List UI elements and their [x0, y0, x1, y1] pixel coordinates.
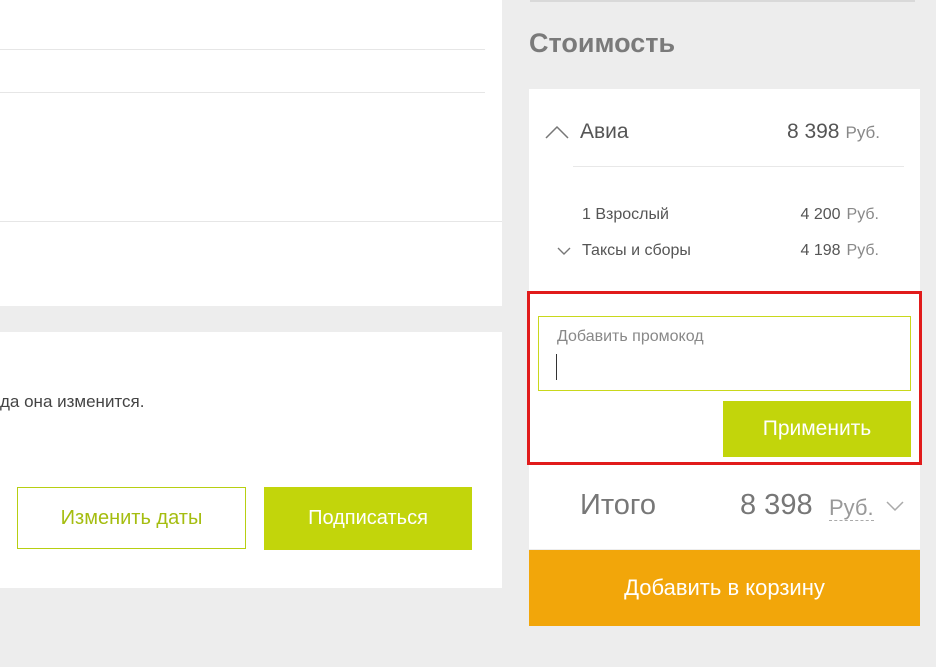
change-dates-button[interactable]: Изменить даты: [17, 487, 246, 549]
taxes-currency: Руб.: [846, 242, 879, 259]
details-panel: [0, 0, 502, 306]
promo-code-input[interactable]: Добавить промокод: [538, 316, 911, 391]
add-to-cart-button[interactable]: Добавить в корзину: [529, 550, 920, 626]
divider: [0, 49, 485, 50]
chevron-down-icon[interactable]: [886, 500, 904, 512]
taxes-label: Таксы и сборы: [582, 242, 691, 259]
chevron-down-icon[interactable]: [557, 246, 571, 256]
adult-fare-currency: Руб.: [846, 206, 879, 223]
total-label: Итого: [580, 489, 656, 521]
promo-code-placeholder: Добавить промокод: [557, 328, 704, 345]
divider: [0, 92, 485, 93]
adult-fare-row: 1 Взрослый 4 200 Руб.: [557, 204, 879, 226]
adult-fare-label: 1 Взрослый: [582, 206, 669, 223]
avia-row[interactable]: Авиа 8 398 Руб.: [545, 117, 880, 147]
price-change-notice: да она изменится.: [0, 392, 145, 411]
subscribe-button[interactable]: Подписаться: [264, 487, 472, 550]
text-caret: [556, 354, 557, 380]
avia-currency: Руб.: [845, 123, 881, 142]
apply-promo-button[interactable]: Применить: [723, 401, 911, 457]
avia-label: Авиа: [580, 120, 629, 143]
chevron-up-icon[interactable]: [545, 125, 569, 139]
divider: [0, 221, 502, 222]
avia-price: 8 398: [786, 120, 840, 143]
divider: [573, 166, 904, 167]
adult-fare-price: 4 200: [800, 206, 841, 223]
taxes-row[interactable]: Таксы и сборы 4 198 Руб.: [557, 240, 879, 262]
total-price: 8 398: [740, 489, 813, 521]
divider: [530, 0, 915, 2]
taxes-price: 4 198: [800, 242, 841, 259]
cost-title: Стоимость: [529, 28, 676, 58]
total-currency-selector[interactable]: Руб.: [829, 496, 874, 521]
